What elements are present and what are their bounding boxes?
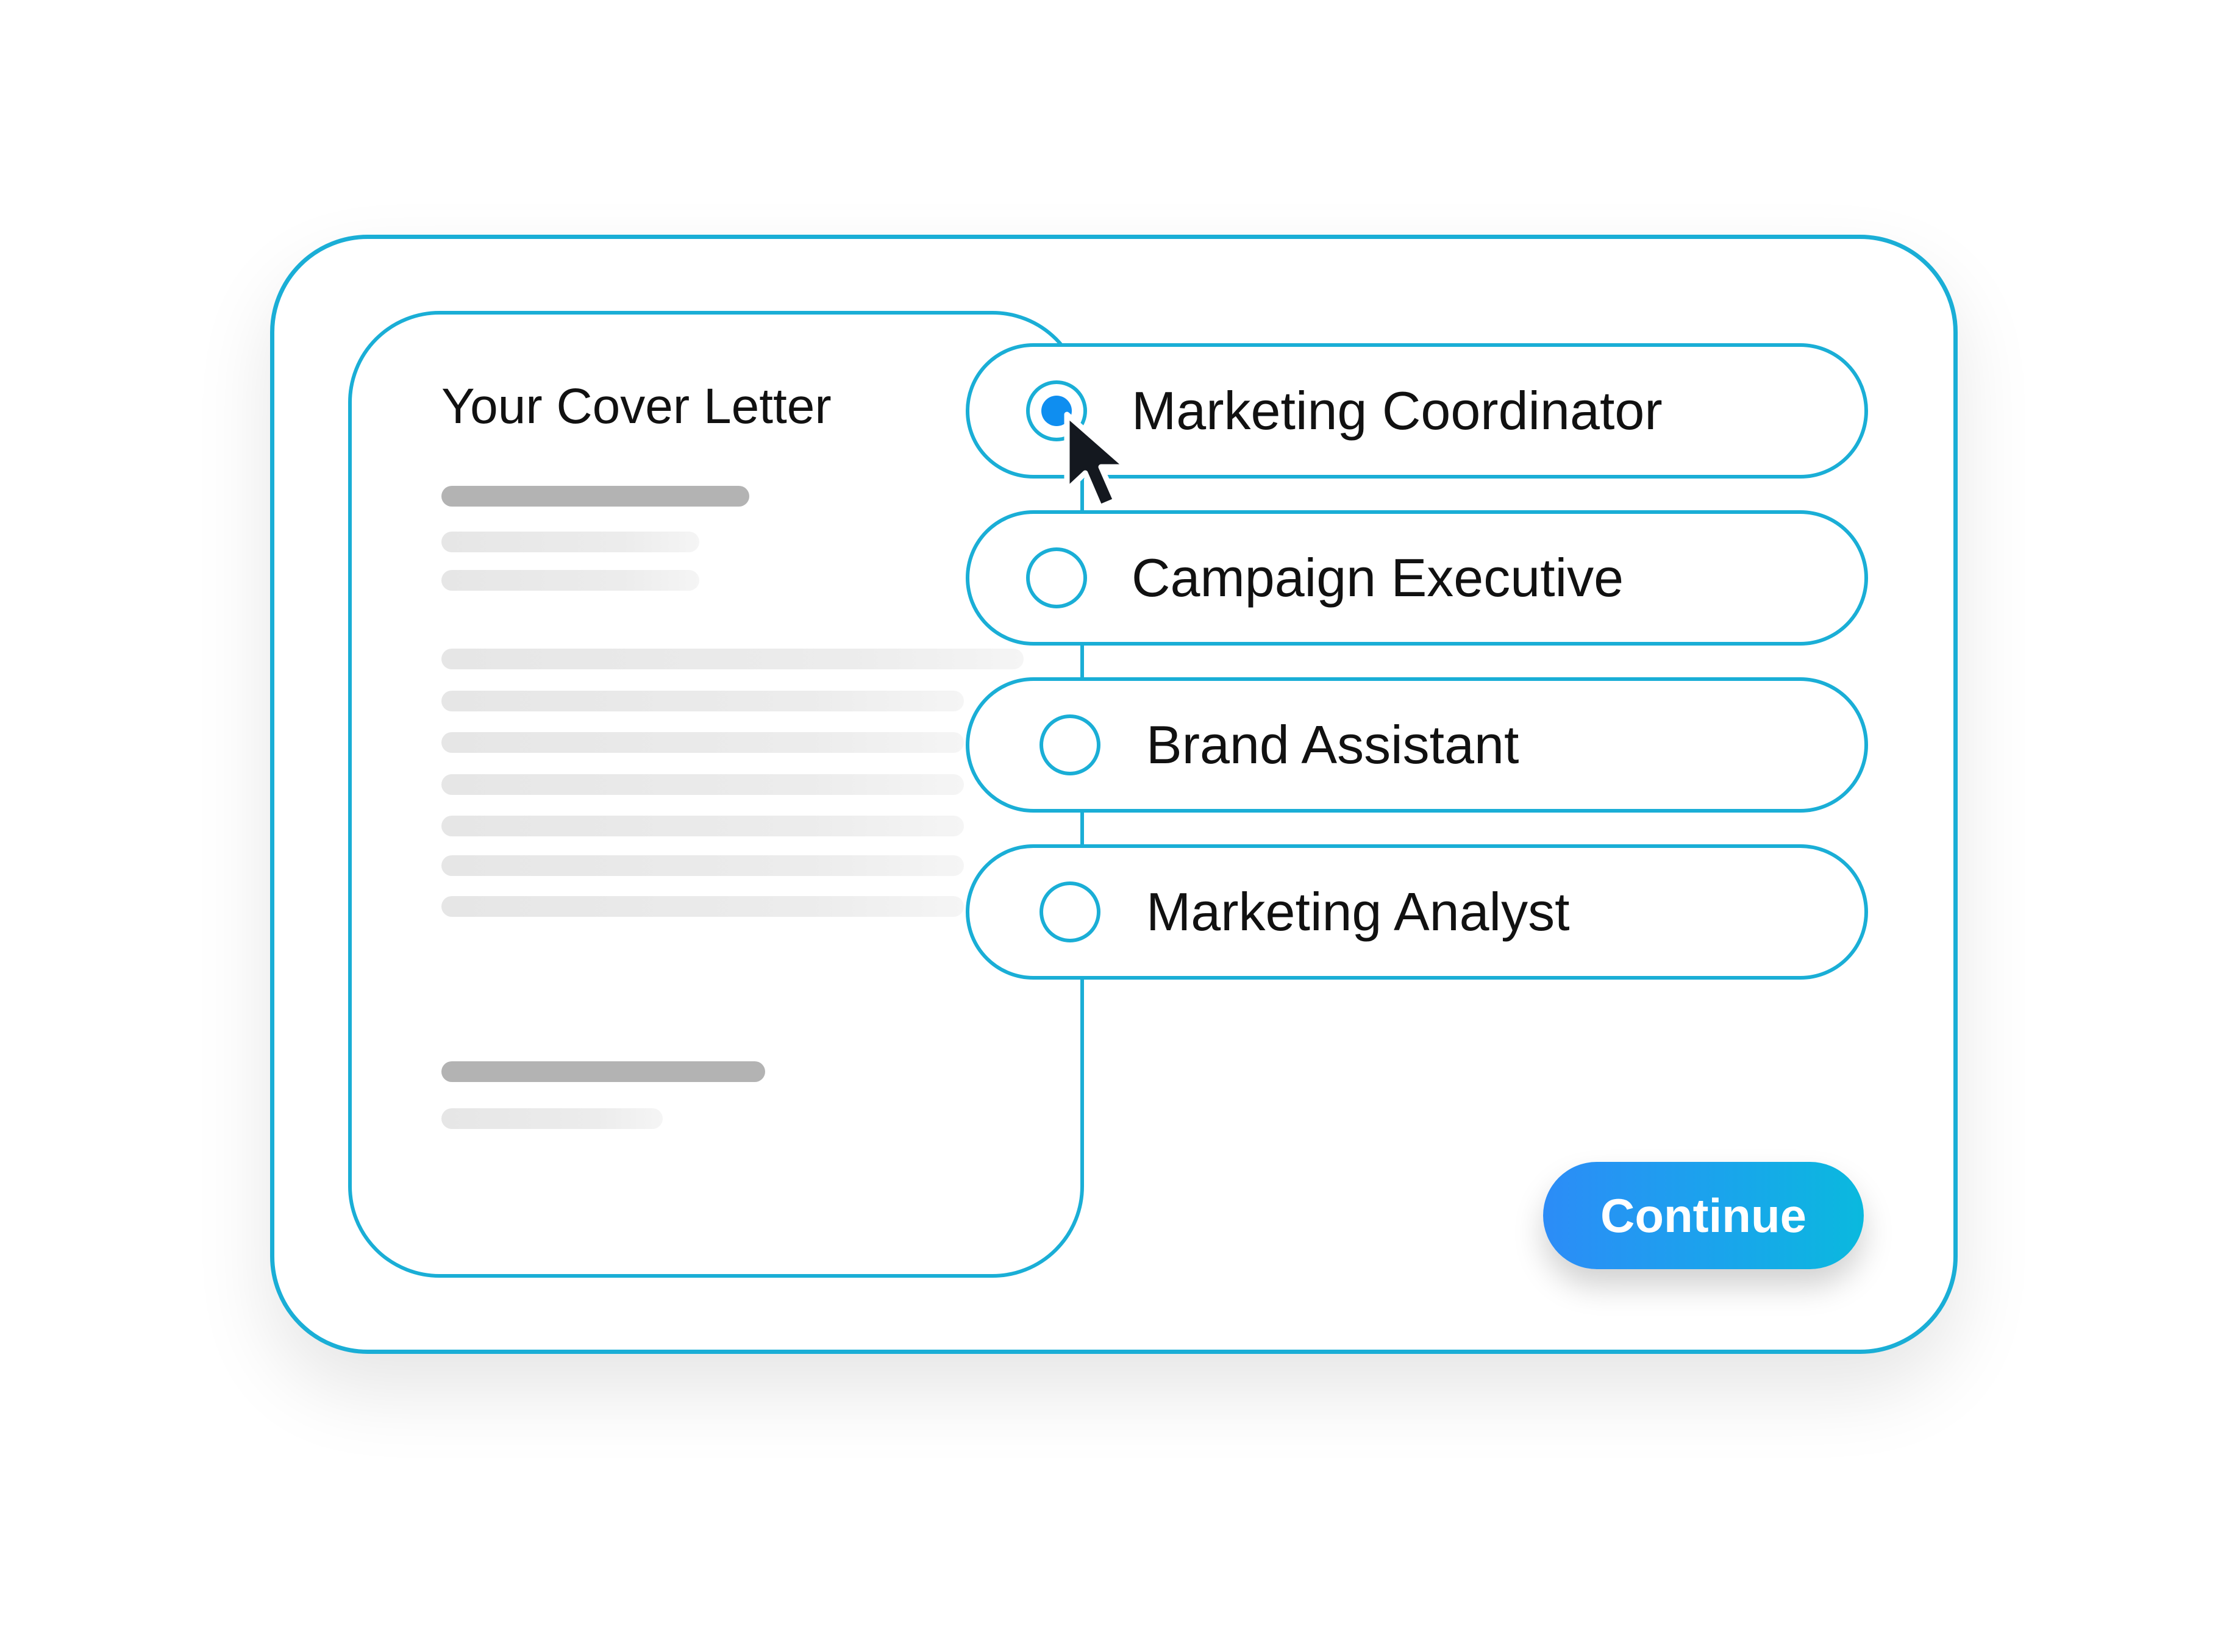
placeholder-line <box>441 896 964 917</box>
radio-button[interactable] <box>1026 547 1087 608</box>
mouse-pointer-icon <box>1064 411 1130 510</box>
placeholder-line <box>441 816 964 836</box>
placeholder-line <box>441 732 964 753</box>
placeholder-line <box>441 570 699 591</box>
option-campaign-executive[interactable]: Campaign Executive <box>966 510 1868 646</box>
cover-letter-title: Your Cover Letter <box>441 379 832 434</box>
placeholder-line <box>441 649 1024 669</box>
radio-button[interactable] <box>1039 714 1100 775</box>
option-label: Marketing Analyst <box>1146 881 1570 942</box>
placeholder-line <box>441 774 964 795</box>
option-label: Marketing Coordinator <box>1132 380 1663 441</box>
continue-button[interactable]: Continue <box>1543 1162 1864 1269</box>
placeholder-line <box>441 532 699 552</box>
option-brand-assistant[interactable]: Brand Assistant <box>966 677 1868 813</box>
placeholder-line <box>441 691 964 711</box>
placeholder-line <box>441 855 964 876</box>
option-label: Campaign Executive <box>1132 547 1624 608</box>
stage: Your Cover Letter Marketing Coordinator … <box>0 0 2218 1652</box>
placeholder-line <box>441 486 749 507</box>
placeholder-line <box>441 1108 663 1129</box>
placeholder-line <box>441 1061 765 1082</box>
option-marketing-analyst[interactable]: Marketing Analyst <box>966 844 1868 980</box>
radio-button[interactable] <box>1039 881 1100 942</box>
option-label: Brand Assistant <box>1146 714 1519 775</box>
